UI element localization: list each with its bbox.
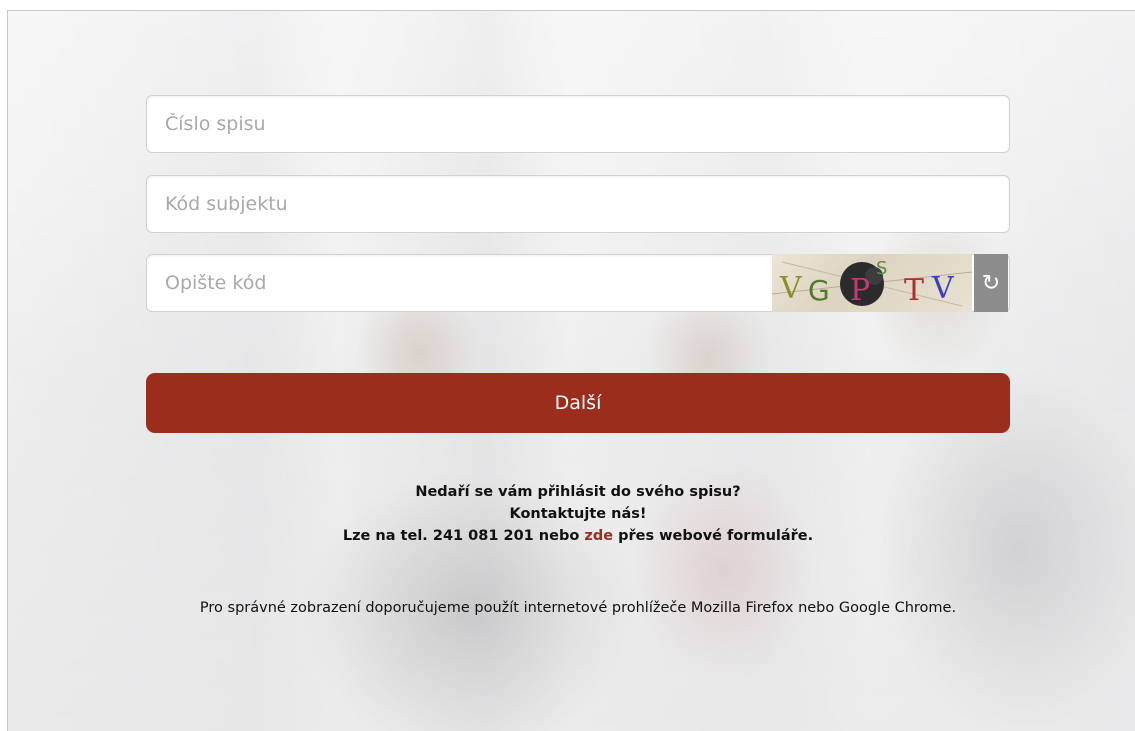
case-number-input[interactable] [147, 96, 1009, 152]
subject-code-input[interactable] [147, 176, 1009, 232]
case-number-field[interactable] [146, 95, 1010, 153]
captcha-image: V G P S T V [772, 254, 972, 312]
svg-text:T: T [904, 273, 924, 308]
help-line-3: Lze na tel. 241 081 201 nebo zde přes we… [146, 525, 1010, 547]
web-form-text: přes webové formuláře. [618, 528, 814, 544]
svg-text:V: V [779, 271, 803, 306]
browser-recommendation: Pro správné zobrazení doporučujeme použí… [199, 600, 957, 616]
next-button[interactable]: Další [146, 373, 1010, 433]
phone-text: Lze na tel. 241 081 201 nebo [342, 528, 580, 544]
svg-text:S: S [876, 258, 887, 279]
svg-text:G: G [808, 274, 830, 307]
help-text: Nedaří se vám přihlásit do svého spisu? … [146, 481, 1010, 547]
captcha-input[interactable] [147, 255, 767, 311]
help-line-1: Nedaří se vám přihlásit do svého spisu? [415, 484, 741, 500]
refresh-icon: ↻ [981, 270, 1001, 296]
svg-text:P: P [850, 273, 870, 308]
help-line-2: Kontaktujte nás! [509, 506, 647, 522]
web-form-link[interactable]: zde [584, 528, 613, 544]
login-panel: V G P S T V ↻ Další Nedaří se vám přihlá… [7, 10, 1135, 731]
subject-code-field[interactable] [146, 175, 1010, 233]
svg-text:V: V [931, 271, 955, 306]
refresh-captcha-button[interactable]: ↻ [974, 254, 1008, 312]
